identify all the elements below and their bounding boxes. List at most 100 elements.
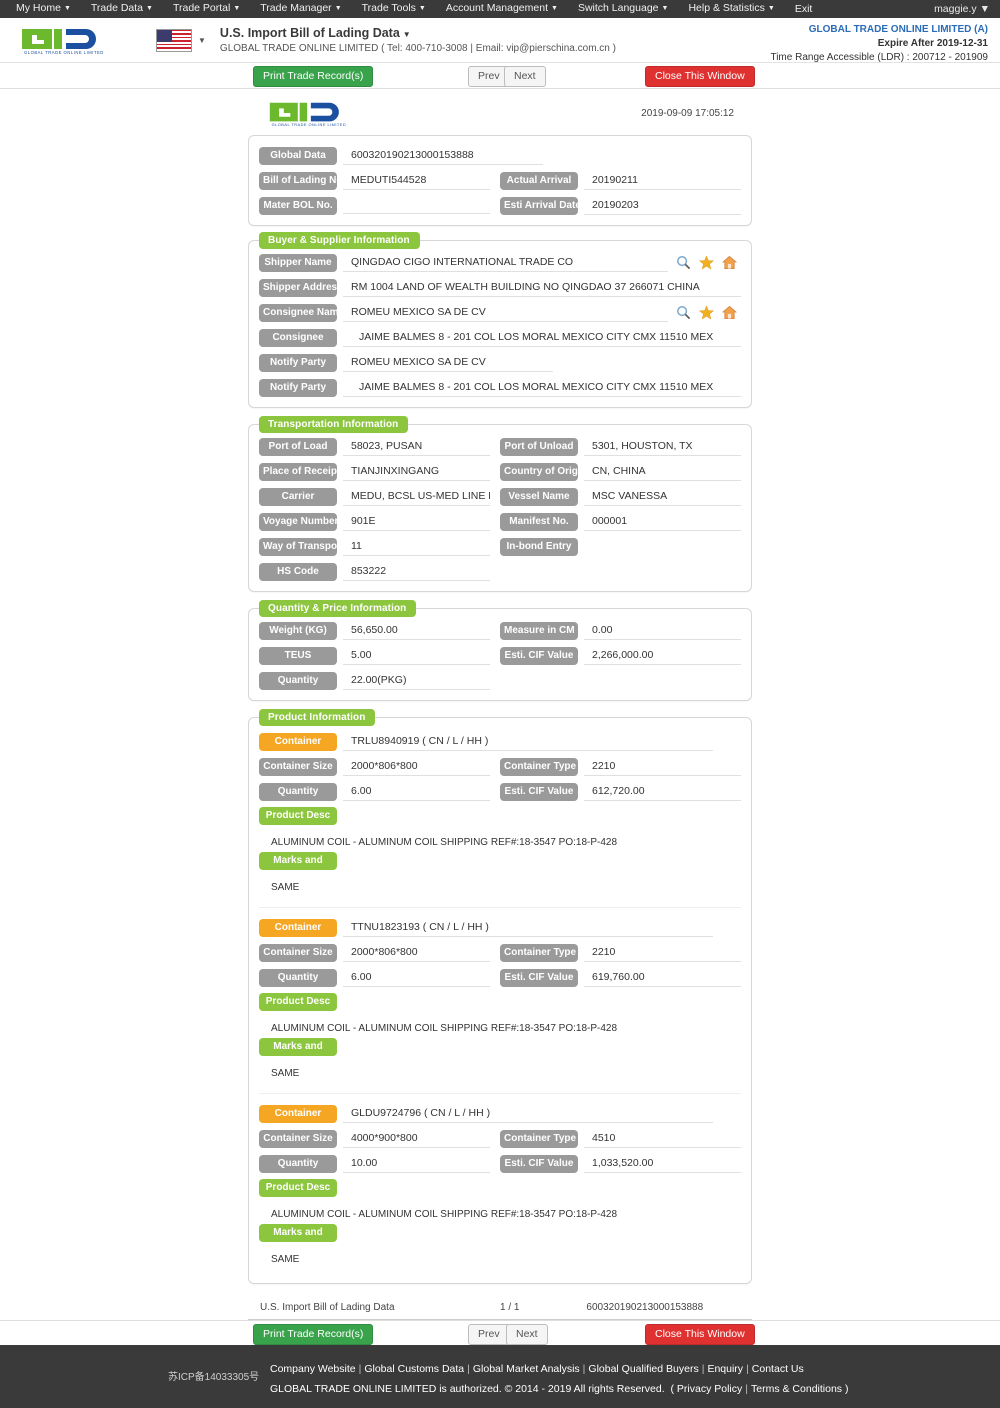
container-size-value: 2000*806*800 [343,943,490,962]
nav-item-switch-language[interactable]: Switch Language ▼ [568,0,679,19]
nav-label: Trade Manager [260,2,332,14]
next-button-bottom[interactable]: Next [506,1324,548,1345]
home-icon[interactable] [722,305,737,320]
container-type-label: Container Type [500,1129,578,1148]
top-navigation-bar: My Home ▼ Trade Data ▼ Trade Portal ▼ Trade… [0,0,1000,18]
nav-item-help-statistics[interactable]: Help & Statistics ▼ [678,0,784,19]
weight-label: Weight (KG) [259,621,337,640]
product-cif-value: 612,720.00 [584,782,741,801]
close-window-button[interactable]: Close This Window [645,66,755,87]
product-quantity-label: Quantity [259,782,337,801]
page-title-block: U.S. Import Bill of Lading Data ▼ GLOBAL … [220,26,616,54]
carrier-label: Carrier [259,487,337,506]
row-port-of-load: Port of Load 58023, PUSAN Port of Unload… [259,437,741,456]
star-icon[interactable] [699,305,714,320]
row-bill-of-lading: Bill of Lading No. MEDUTI544528 Actual A… [259,171,741,190]
row-master-bol: Mater BOL No. Esti Arrival Date 20190203 [259,196,741,215]
company-contact-line: GLOBAL TRADE ONLINE LIMITED ( Tel: 400-7… [219,43,616,54]
row-marks-label: Marks and [259,1224,741,1242]
product-desc-text: ALUMINUM COIL - ALUMINUM COIL SHIPPING R… [271,837,618,848]
product-container-block: Container TRLU8940919 ( CN / L / HH ) Co… [259,730,741,897]
nav-item-trade-tools[interactable]: Trade Tools ▼ [352,0,436,19]
home-icon[interactable] [722,255,737,270]
product-cif-label: Esti. CIF Value [500,1154,578,1173]
measure-value: 0.00 [584,621,741,640]
chevron-down-icon: ▼ [233,5,241,12]
next-button[interactable]: Next [504,66,546,87]
nav-item-trade-portal[interactable]: Trade Portal ▼ [163,0,250,19]
row-hs-code: HS Code 853222 [259,562,741,581]
container-label: Container [259,732,337,751]
footer-link-global-market-analysis[interactable]: Global Market Analysis [473,1363,580,1375]
row-container: Container TRLU8940919 ( CN / L / HH ) [259,732,741,751]
nav-item-trade-manager[interactable]: Trade Manager ▼ [250,0,351,19]
paren-open: ( [667,1383,677,1395]
place-of-receipt-value: TIANJINXINGANG [343,462,490,481]
footer-link-global-qualified-buyers[interactable]: Global Qualified Buyers [588,1363,698,1375]
nav-item-trade-data[interactable]: Trade Data ▼ [81,0,163,19]
master-bol-label: Mater BOL No. [259,196,337,215]
container-type-value: 4510 [584,1129,741,1148]
footer-link-company-website[interactable]: Company Website [270,1363,356,1375]
quantity-price-title: Quantity & Price Information [259,600,417,617]
chevron-down-icon: ▼ [63,5,71,12]
notify-party-2-label: Notify Party [259,378,337,397]
prev-button-bottom[interactable]: Prev [468,1324,510,1345]
country-flag-selector[interactable]: ▼ [156,28,206,52]
container-size-value: 4000*900*800 [343,1129,490,1148]
transportation-title: Transportation Information [259,416,409,433]
nav-item-exit[interactable]: Exit [785,0,823,18]
toolbar-top: Print Trade Record(s) Prev Next Close Th… [0,63,1000,89]
row-teus: TEUS 5.00 Esti. CIF Value 2,266,000.00 [259,646,741,665]
shipper-address-value: RM 1004 LAND OF WEALTH BUILDING NO QINGD… [343,278,741,297]
container-type-label: Container Type [500,943,578,962]
measure-label: Measure in CM [500,621,578,640]
user-menu[interactable]: maggie.y ▼ [934,3,990,15]
footer-link-privacy-policy[interactable]: Privacy Policy [677,1383,742,1395]
buyer-supplier-title: Buyer & Supplier Information [259,232,420,249]
search-icon[interactable] [676,255,691,270]
footer-link-contact-us[interactable]: Contact Us [752,1363,804,1375]
bill-of-lading-label: Bill of Lading No. [259,171,337,190]
row-weight: Weight (KG) 56,650.00 Measure in CM 0.00 [259,621,741,640]
product-desc-label: Product Desc [259,807,337,825]
way-of-transport-label: Way of Transport [259,537,337,556]
basic-info-panel: Global Data 600320190213000153888 Bill o… [248,135,752,226]
page-footer: 苏ICP备14033305号 Company Website | Global Cu… [0,1345,1000,1408]
row-product-quantity: Quantity 6.00 Esti. CIF Value 619,760.00 [259,968,741,987]
gto-logo[interactable]: GLOBAL TRADE ONLINE LIMITED [18,25,114,55]
way-of-transport-value: 11 [343,537,490,556]
print-trade-records-button[interactable]: Print Trade Record(s) [253,66,374,87]
footer-link-terms-conditions[interactable]: Terms & Conditions [751,1383,842,1395]
star-icon[interactable] [699,255,714,270]
product-information-panel: Product Information Container TRLU894091… [248,709,752,1284]
nav-item-my-home[interactable]: My Home ▼ [6,0,81,19]
page-title[interactable]: U.S. Import Bill of Lading Data ▼ [220,26,616,40]
container-value: TTNU1823193 ( CN / L / HH ) [343,918,713,937]
row-product-quantity: Quantity 6.00 Esti. CIF Value 612,720.00 [259,782,741,801]
container-size-label: Container Size [259,757,337,776]
footer-link-enquiry[interactable]: Enquiry [707,1363,743,1375]
esti-arrival-value: 20190203 [584,196,741,215]
document-timestamp: 2019-09-09 17:05:12 [641,107,734,119]
vessel-name-label: Vessel Name [500,487,578,506]
print-trade-records-button-bottom[interactable]: Print Trade Record(s) [253,1324,374,1345]
search-icon[interactable] [676,305,691,320]
chevron-down-icon: ▼ [198,35,206,45]
chevron-down-icon: ▼ [334,5,342,12]
footer-link-global-customs-data[interactable]: Global Customs Data [364,1363,464,1375]
product-container-block: Container TTNU1823193 ( CN / L / HH ) Co… [259,907,741,1083]
close-window-button-bottom[interactable]: Close This Window [645,1324,755,1345]
gto-logo-document-icon: GLOBAL TRADE ONLINE LIMITED [269,102,346,127]
marks-text: SAME [271,1254,300,1265]
product-desc-text: ALUMINUM COIL - ALUMINUM COIL SHIPPING R… [271,1209,618,1220]
buyer-supplier-panel: Buyer & Supplier Information Shipper Nam… [248,232,752,408]
notify-party-label: Notify Party [259,353,337,372]
row-marks-label: Marks and [259,852,741,870]
notify-party-value: ROMEU MEXICO SA DE CV [343,353,553,372]
product-desc-label: Product Desc [259,1179,337,1197]
chevron-down-icon: ▼ [418,5,426,12]
nav-item-account-management[interactable]: Account Management ▼ [436,0,568,19]
site-header: GLOBAL TRADE ONLINE LIMITED ▼ U.S. Impor… [0,18,1000,63]
row-container: Container GLDU9724796 ( CN / L / HH ) [259,1104,741,1123]
